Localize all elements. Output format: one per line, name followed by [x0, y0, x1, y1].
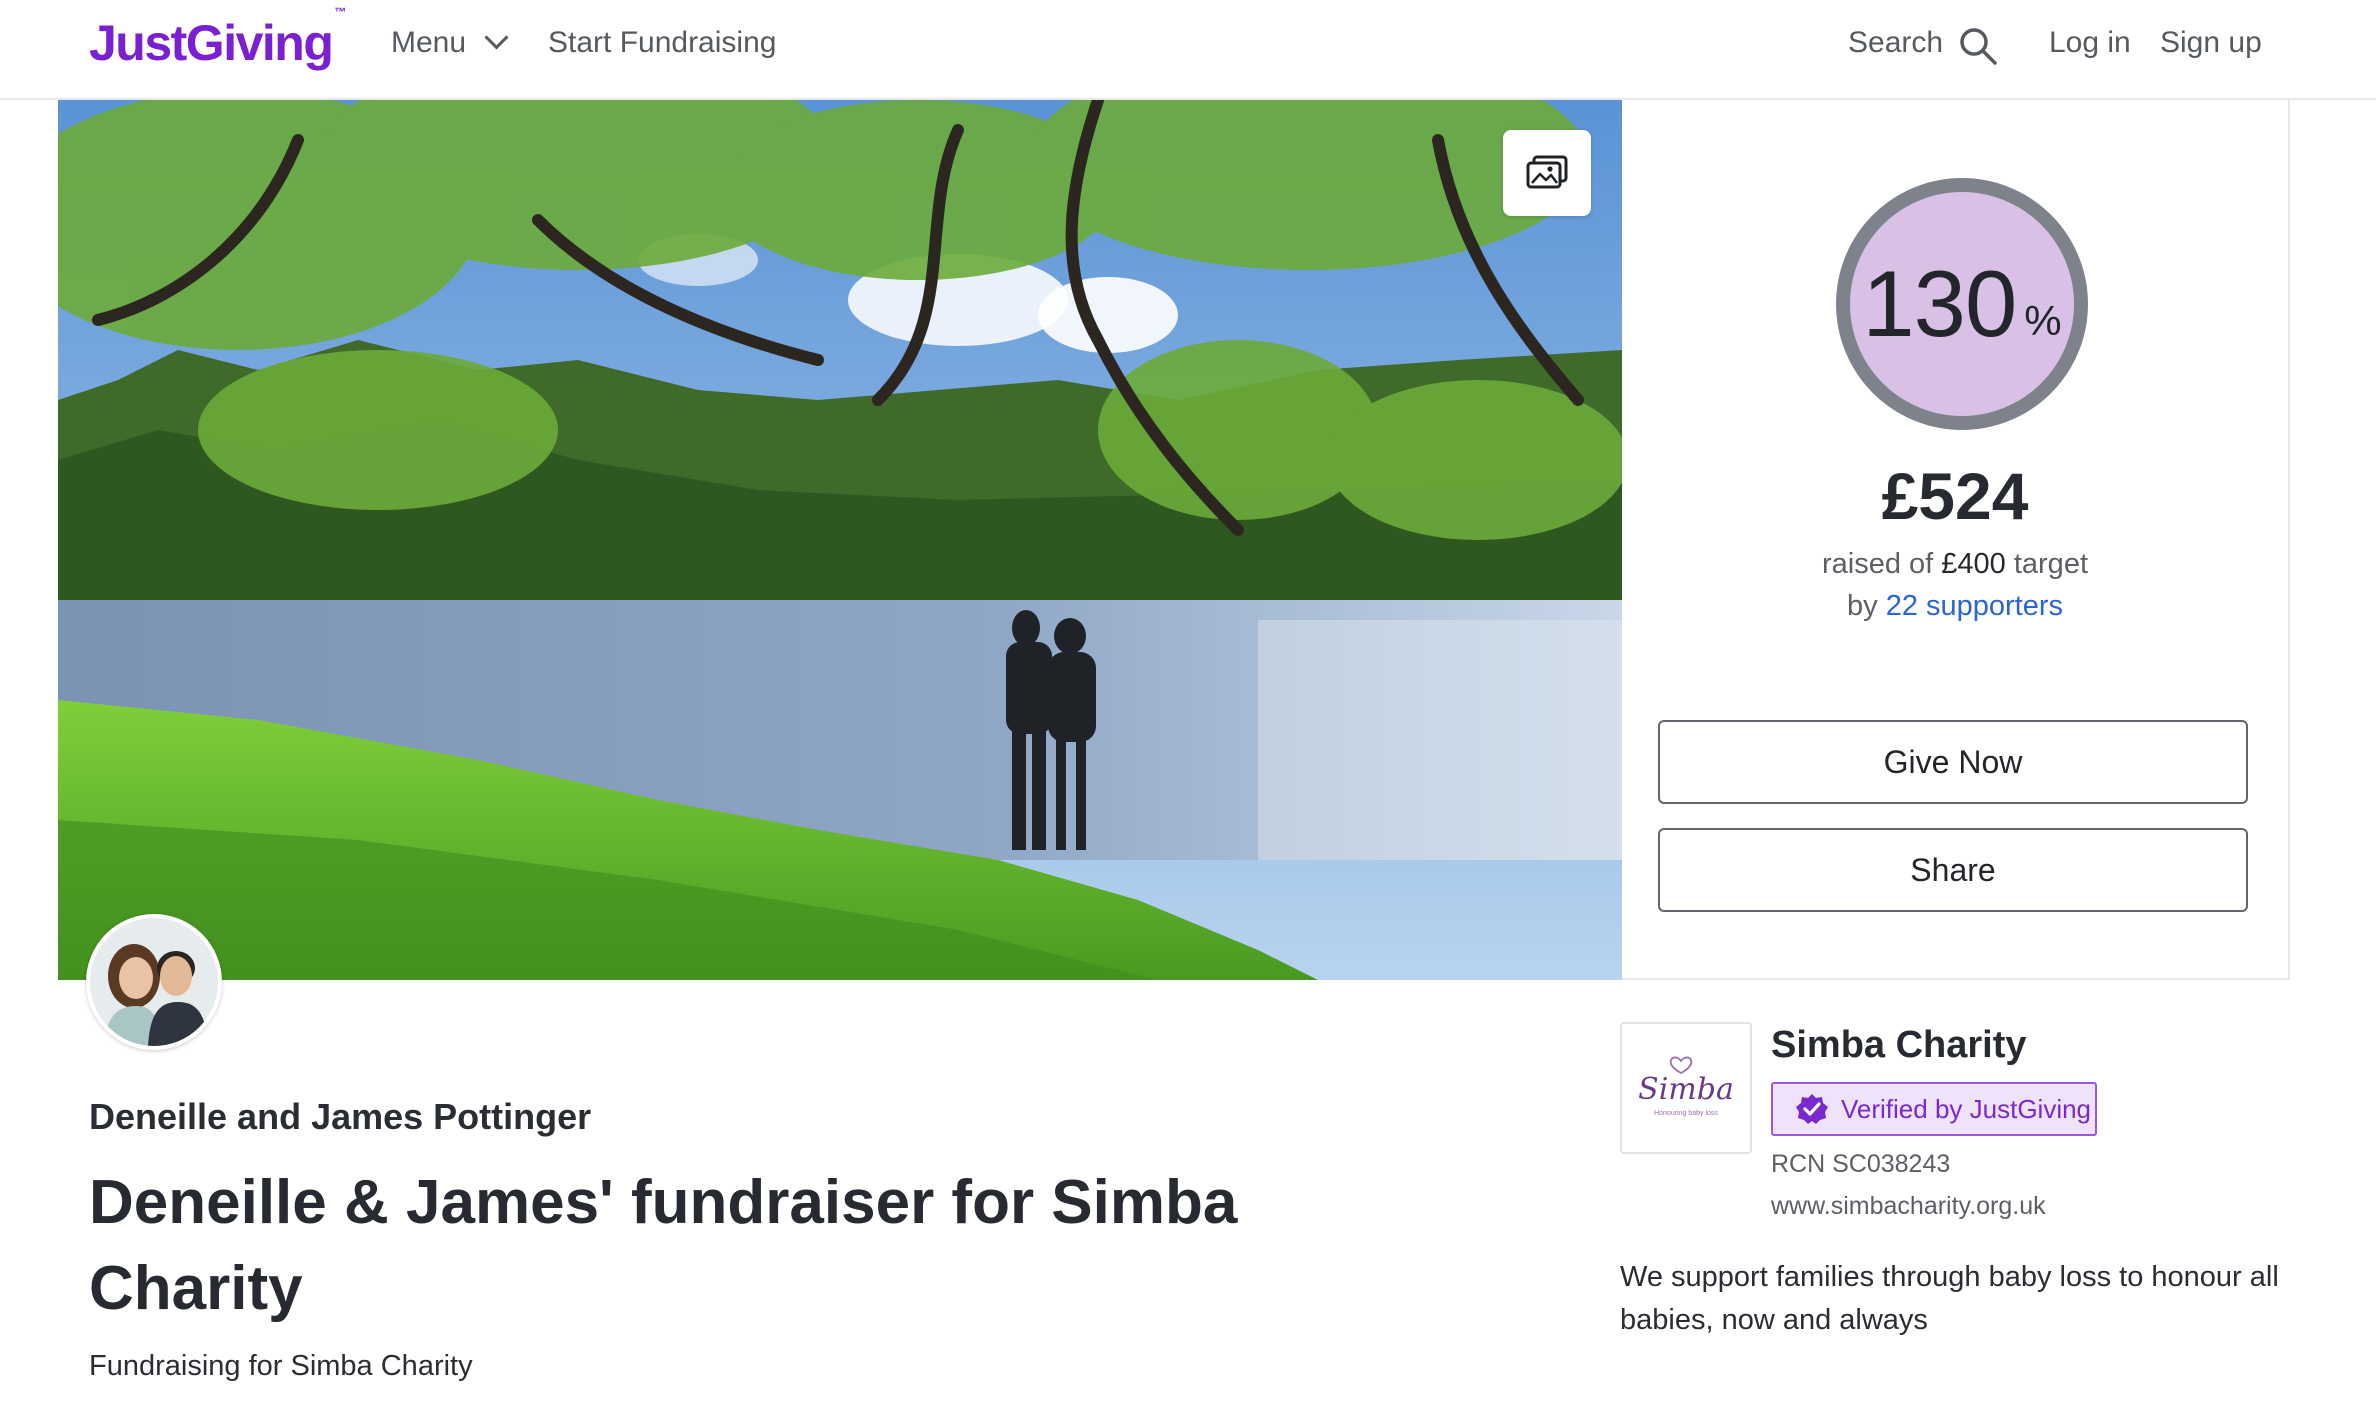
sign-up-link[interactable]: Sign up [2160, 26, 2262, 60]
verified-check-icon [1795, 1092, 1829, 1126]
menu-dropdown[interactable]: Menu [391, 25, 509, 60]
fundraiser-avatar[interactable] [86, 914, 222, 1050]
search-icon[interactable] [1958, 26, 1998, 66]
charity-logo[interactable]: Simba Honouring baby loss [1620, 1022, 1752, 1154]
chevron-down-icon [484, 25, 509, 50]
charity-description: We support families through baby loss to… [1620, 1261, 2279, 1336]
image-gallery-icon [1526, 155, 1568, 189]
give-now-button[interactable]: Give Now [1658, 720, 2248, 804]
target-line: raised of £400 target [1821, 548, 2089, 580]
charity-name[interactable]: Simba Charity [1771, 1024, 2027, 1067]
fundraising-for-text: Fundraising for Simba Charity [89, 1350, 473, 1382]
amount-raised: £524 [1881, 459, 2029, 533]
percent-sign: % [2024, 297, 2062, 344]
charity-registration-number: RCN SC038243 [1771, 1150, 1951, 1178]
search-link[interactable]: Search [1848, 26, 1943, 60]
supporters-link[interactable]: 22 supporters [1886, 590, 2063, 622]
start-fundraising-link[interactable]: Start Fundraising [548, 26, 776, 60]
donation-panel: 130% £524 raised of £400 target by 22 su… [1622, 100, 2290, 980]
hero-image[interactable] [58, 100, 1622, 980]
view-gallery-button[interactable] [1503, 130, 1591, 216]
top-navigation-bar: JustGiving™ Menu Start Fundraising Searc… [0, 0, 2376, 100]
justgiving-logo[interactable]: JustGiving™ [89, 5, 346, 72]
share-button[interactable]: Share [1658, 828, 2248, 912]
log-in-link[interactable]: Log in [2049, 26, 2131, 60]
progress-percentage: 130% [1834, 176, 2090, 432]
fundraiser-owner-name: Deneille and James Pottinger [89, 1096, 592, 1137]
target-amount: £400 [1941, 548, 2006, 580]
charity-website-link[interactable]: www.simbacharity.org.uk [1771, 1192, 2046, 1221]
page-title: Deneille & James' fundraiser for Simba C… [89, 1168, 1238, 1323]
charity-logo-wordmark: Simba [1638, 1072, 1734, 1107]
percentage-value: 130 [1862, 251, 2017, 356]
supporters-line: by 22 supporters [1846, 590, 2064, 622]
verified-badge: Verified by JustGiving [1771, 1082, 2097, 1136]
charity-logo-tagline: Honouring baby loss [1654, 1110, 1718, 1117]
